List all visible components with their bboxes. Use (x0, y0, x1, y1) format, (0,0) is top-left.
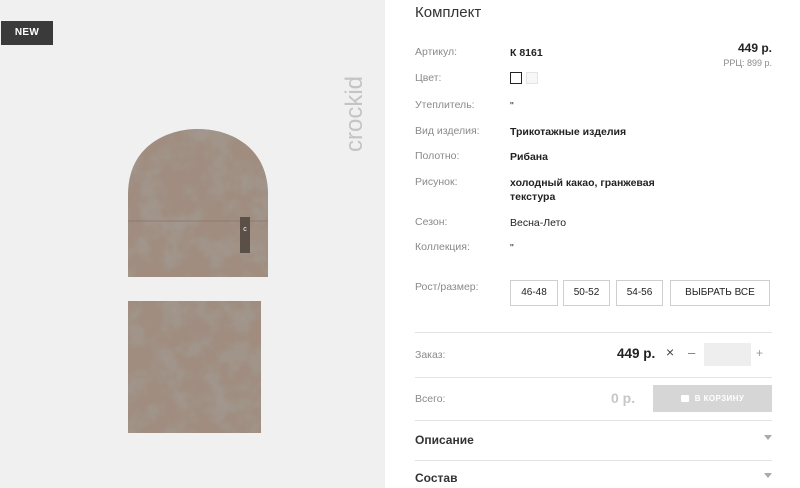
product-info: Комплект 449 р. РРЦ: 899 р. Артикул: К 8… (415, 0, 772, 488)
product-price: 449 р. (737, 41, 772, 55)
total-label: Всего: (415, 393, 446, 405)
divider (415, 377, 772, 378)
accordion-composition[interactable]: Состав (415, 471, 772, 488)
color-swatch[interactable] (526, 72, 538, 84)
brand-tag-letter: c (243, 226, 247, 233)
attr-label: Рисунок: (415, 176, 458, 188)
attr-label: Цвет: (415, 72, 442, 84)
hat-shape (128, 129, 268, 277)
total-value: 0 р. (611, 390, 636, 406)
multiply-icon: × (666, 344, 675, 360)
chevron-down-icon (764, 435, 772, 440)
product-title: Комплект (415, 4, 482, 21)
snood-shape (128, 301, 261, 433)
divider (415, 420, 772, 421)
order-label: Заказ: (415, 349, 446, 361)
attr-label: Вид изделия: (415, 125, 480, 137)
quantity-input[interactable] (704, 343, 751, 366)
qty-decrease-button[interactable]: – (688, 345, 695, 360)
attr-label: Рост/размер: (415, 281, 479, 293)
product-image-panel[interactable]: NEW crockid c (0, 0, 385, 488)
attr-value: холодный какао, гранжевая текстура (510, 177, 655, 203)
brand-logo: crockid (340, 16, 370, 156)
size-option[interactable]: 54-56 (616, 280, 663, 306)
chevron-down-icon (764, 473, 772, 478)
product-photo: c (128, 129, 268, 433)
attr-value: Трикотажные изделия (510, 126, 627, 138)
accordion-label: Состав (415, 471, 458, 485)
add-to-cart-label: В КОРЗИНУ (694, 394, 745, 403)
attr-value: " (510, 242, 514, 254)
qty-increase-button[interactable]: + (756, 346, 763, 360)
brand-wordmark: crockid (341, 76, 368, 152)
attr-label: Коллекция: (415, 241, 470, 253)
new-badge: NEW (1, 21, 53, 45)
accordion-label: Описание (415, 433, 474, 447)
attr-value: К 8161 (510, 47, 543, 59)
attr-label: Артикул: (415, 46, 458, 58)
brand-tag (240, 217, 250, 253)
order-price: 449 р. (617, 346, 656, 361)
attr-value: Рибана (510, 151, 548, 163)
attr-label: Утеплитель: (415, 99, 475, 111)
size-option[interactable]: 50-52 (563, 280, 610, 306)
attr-label: Полотно: (415, 150, 460, 162)
divider (415, 332, 772, 333)
size-option[interactable]: 46-48 (510, 280, 558, 306)
attr-label: Сезон: (415, 216, 448, 228)
recommended-price: РРЦ: 899 р. (723, 58, 772, 68)
color-swatch-selected[interactable] (510, 72, 522, 84)
select-all-button[interactable]: ВЫБРАТЬ ВСЕ (670, 280, 770, 306)
attr-value: Весна-Лето (510, 217, 567, 229)
accordion-description[interactable]: Описание (415, 433, 772, 453)
attr-value: " (510, 100, 514, 112)
cart-icon (680, 395, 689, 402)
add-to-cart-button[interactable]: В КОРЗИНУ (653, 385, 772, 412)
divider (415, 460, 772, 461)
